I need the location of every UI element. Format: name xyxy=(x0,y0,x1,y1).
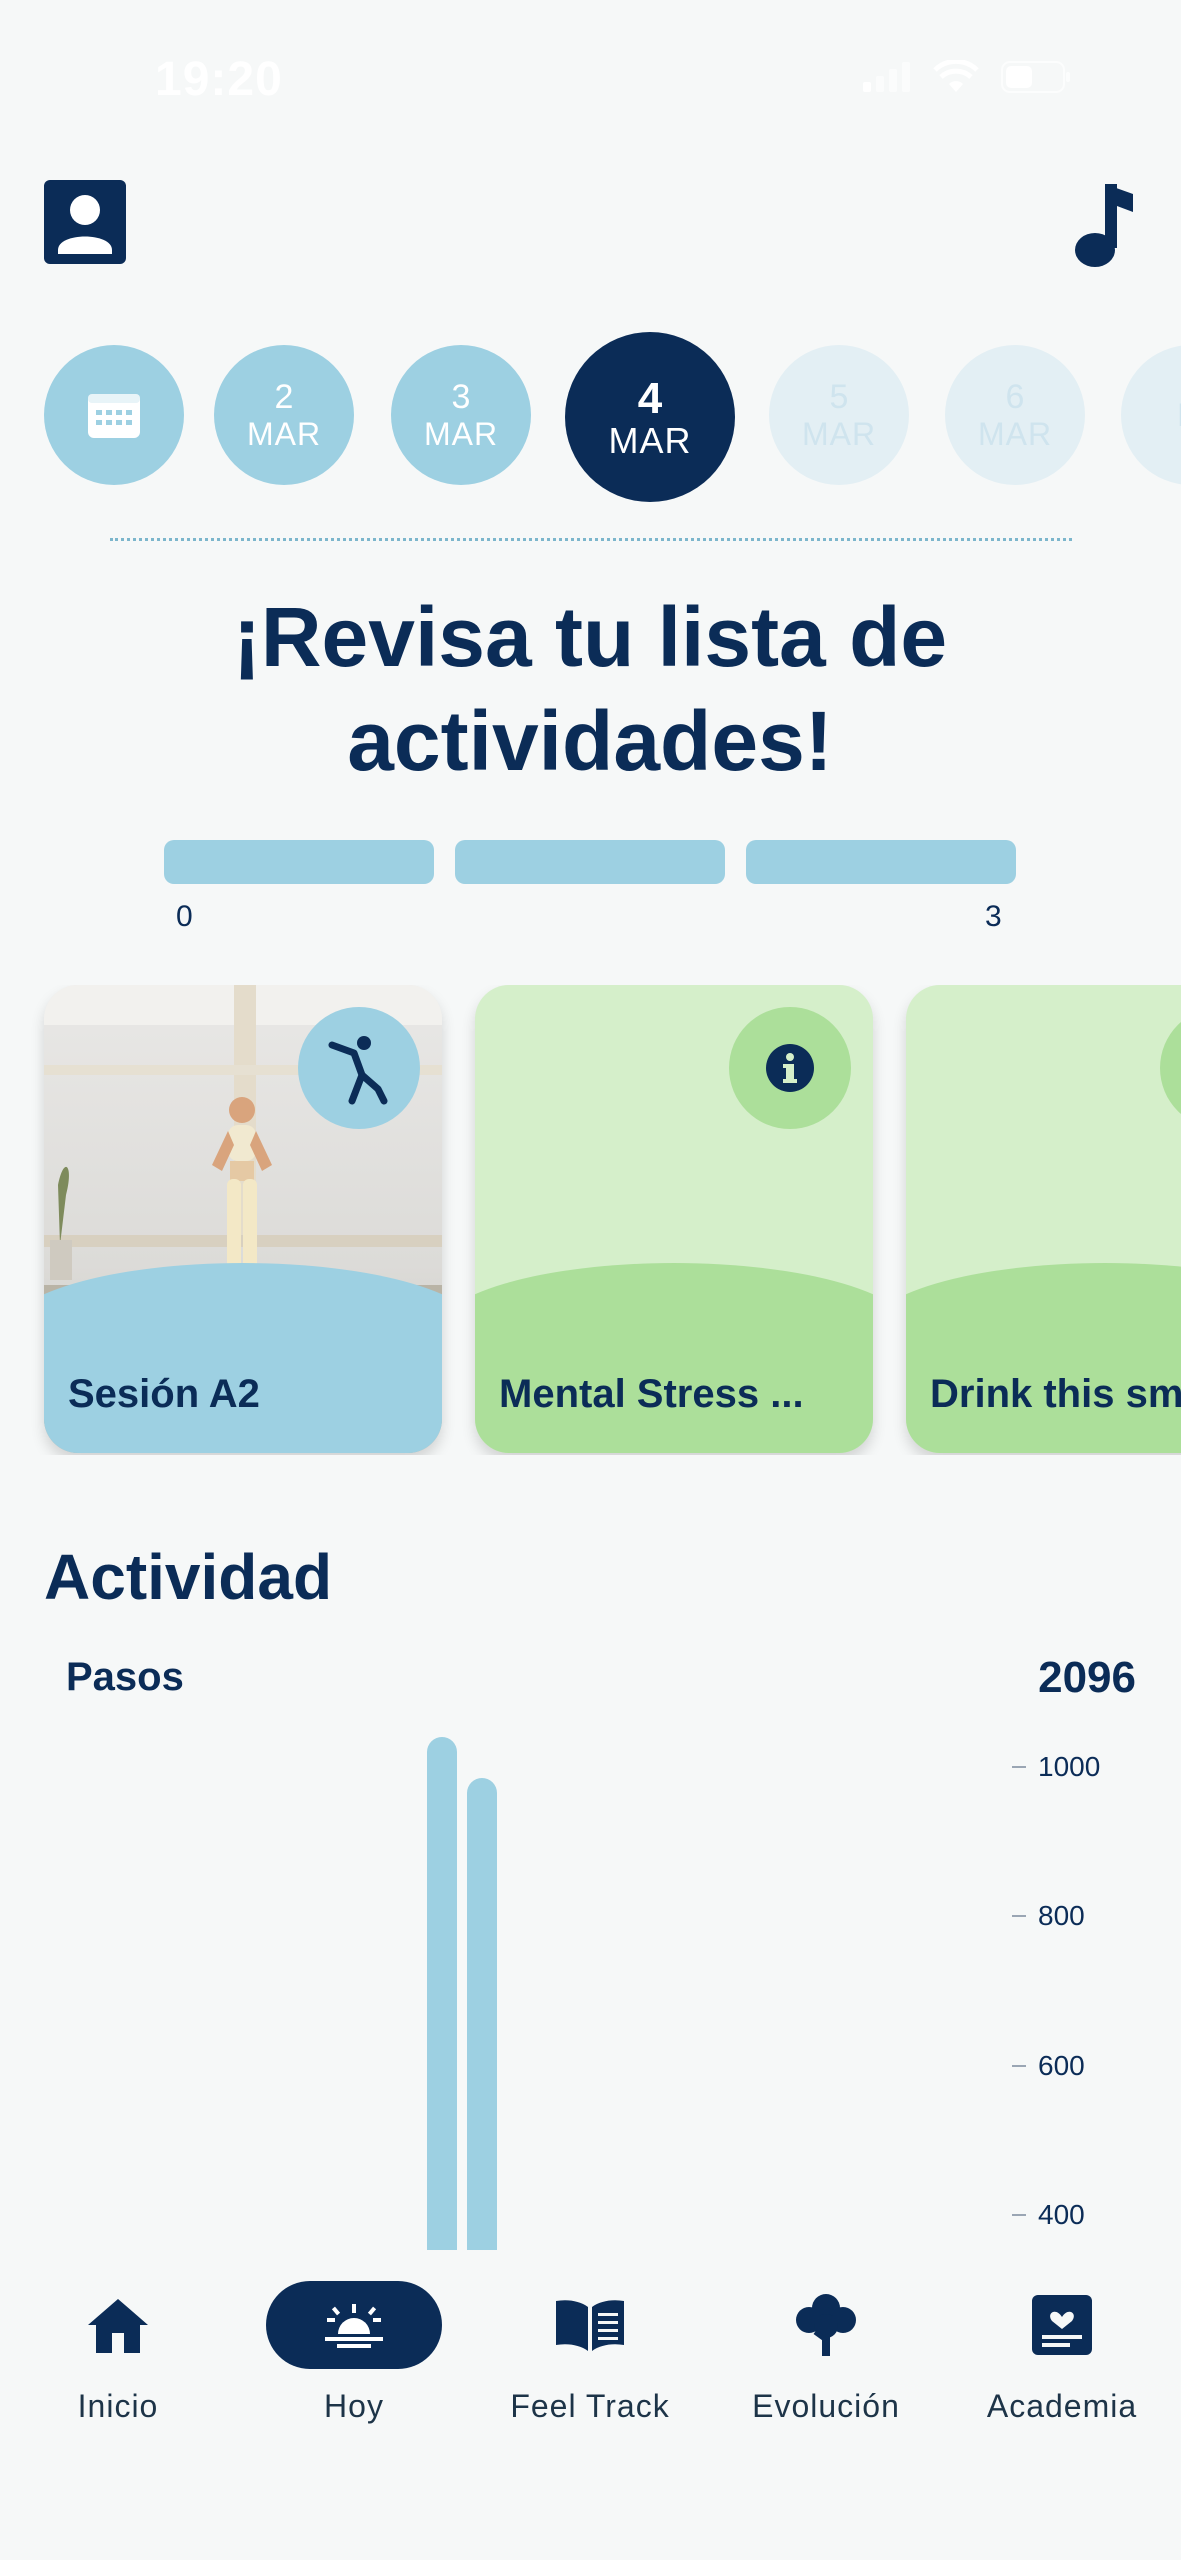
calendar-button[interactable] xyxy=(44,345,184,485)
wifi-icon xyxy=(933,58,979,99)
academy-icon xyxy=(1032,2295,1092,2355)
card-title: Mental Stress ... xyxy=(499,1372,804,1416)
card-badge xyxy=(729,1007,851,1129)
profile-button[interactable] xyxy=(44,180,126,264)
chart-bar xyxy=(467,1778,497,2250)
date-day: 2 xyxy=(274,378,294,416)
activity-card[interactable]: Drink this sm xyxy=(906,985,1181,1453)
battery-icon xyxy=(1001,61,1071,98)
divider xyxy=(110,538,1072,541)
nav-icon-wrap xyxy=(793,2280,859,2370)
tree-icon xyxy=(796,2294,856,2356)
nav-label: Academia xyxy=(986,2388,1138,2424)
steps-value: 2096 xyxy=(1038,1653,1136,1702)
date-day: 4 xyxy=(637,374,663,423)
signal-icon xyxy=(863,62,911,97)
date-month: MAR xyxy=(608,420,692,461)
y-tick-label: 800 xyxy=(1012,1900,1085,1932)
steps-label: Pasos xyxy=(66,1655,184,1699)
steps-chart: 1000 800 600 400 xyxy=(0,1720,1181,2250)
card-title: Drink this sm xyxy=(930,1372,1181,1416)
date-chip[interactable]: 5 MAR xyxy=(769,345,909,485)
nav-item-academia[interactable]: Academia xyxy=(957,2280,1167,2425)
nav-active-pill xyxy=(266,2281,442,2369)
activity-card[interactable]: Sesión A2 xyxy=(44,985,442,1453)
status-time: 19:20 xyxy=(155,53,283,106)
top-bar xyxy=(0,180,1181,270)
nav-icon-wrap xyxy=(266,2280,442,2370)
activity-cards: Sesión A2 Mental Stress ... Drink this s… xyxy=(0,985,1181,1455)
music-button[interactable] xyxy=(1067,180,1137,270)
page-title: ¡Revisa tu lista de actividades! xyxy=(232,590,948,788)
home-icon xyxy=(88,2299,148,2353)
date-chip[interactable]: 6 MAR xyxy=(945,345,1085,485)
music-note-icon xyxy=(1075,184,1133,267)
y-tick-label: 1000 xyxy=(1012,1751,1100,1783)
sunrise-icon xyxy=(325,2304,383,2348)
card-wave xyxy=(475,1263,873,1453)
nav-icon-wrap xyxy=(1030,2280,1094,2370)
book-icon xyxy=(556,2300,624,2351)
date-month: MAR xyxy=(246,416,322,452)
progress-segment xyxy=(746,840,1016,884)
date-chip[interactable]: M xyxy=(1121,345,1181,485)
date-chip[interactable]: 2 MAR xyxy=(214,345,354,485)
status-bar: 19:20 xyxy=(0,0,1181,150)
nav-item-inicio[interactable]: Inicio xyxy=(13,2280,223,2425)
nav-icon-wrap xyxy=(84,2280,152,2370)
activity-card[interactable]: Mental Stress ... xyxy=(475,985,873,1453)
nav-icon-wrap xyxy=(554,2280,626,2370)
date-day: 6 xyxy=(1005,378,1025,416)
y-tick-label: 600 xyxy=(1012,2050,1085,2082)
card-wave xyxy=(44,1263,442,1453)
y-tick-label: 400 xyxy=(1012,2199,1085,2231)
date-month: MAR xyxy=(801,416,877,452)
nav-item-feel-track[interactable]: Feel Track xyxy=(485,2280,695,2425)
date-day: 5 xyxy=(829,378,849,416)
activity-section-title: Actividad xyxy=(44,1541,333,1613)
card-wave xyxy=(906,1263,1181,1453)
stretch-icon xyxy=(328,1036,388,1105)
info-icon xyxy=(766,1044,814,1092)
date-month: MAR xyxy=(977,416,1053,452)
progress-segment xyxy=(455,840,725,884)
nav-label: Feel Track xyxy=(510,2388,670,2424)
card-badge xyxy=(298,1007,420,1129)
person-icon xyxy=(58,195,112,254)
date-month: M xyxy=(1177,397,1181,433)
nav-label: Hoy xyxy=(324,2388,384,2424)
nav-item-evolucion[interactable]: Evolución xyxy=(721,2280,931,2425)
chart-bar xyxy=(427,1737,457,2250)
card-badge xyxy=(1160,1007,1181,1129)
nav-label: Inicio xyxy=(77,2388,159,2424)
card-title: Sesión A2 xyxy=(68,1372,260,1416)
date-chip[interactable]: 3 MAR xyxy=(391,345,531,485)
date-strip: 2 MAR 3 MAR 4 MAR 5 MAR 6 MAR M xyxy=(0,330,1181,510)
progress-min-label: 0 xyxy=(176,900,193,933)
date-chip-selected[interactable]: 4 MAR xyxy=(565,332,735,502)
progress-segment xyxy=(164,840,434,884)
activity-progress-bar xyxy=(164,840,1016,890)
progress-max-label: 3 xyxy=(985,900,1002,933)
bottom-nav: Inicio Hoy Feel Track Evolución Academia xyxy=(0,2250,1181,2560)
date-day: 3 xyxy=(451,378,471,416)
nav-item-hoy[interactable]: Hoy xyxy=(249,2280,459,2425)
status-icons xyxy=(863,58,1071,99)
nav-label: Evolución xyxy=(752,2388,900,2424)
date-month: MAR xyxy=(423,416,499,452)
calendar-icon xyxy=(88,394,140,438)
